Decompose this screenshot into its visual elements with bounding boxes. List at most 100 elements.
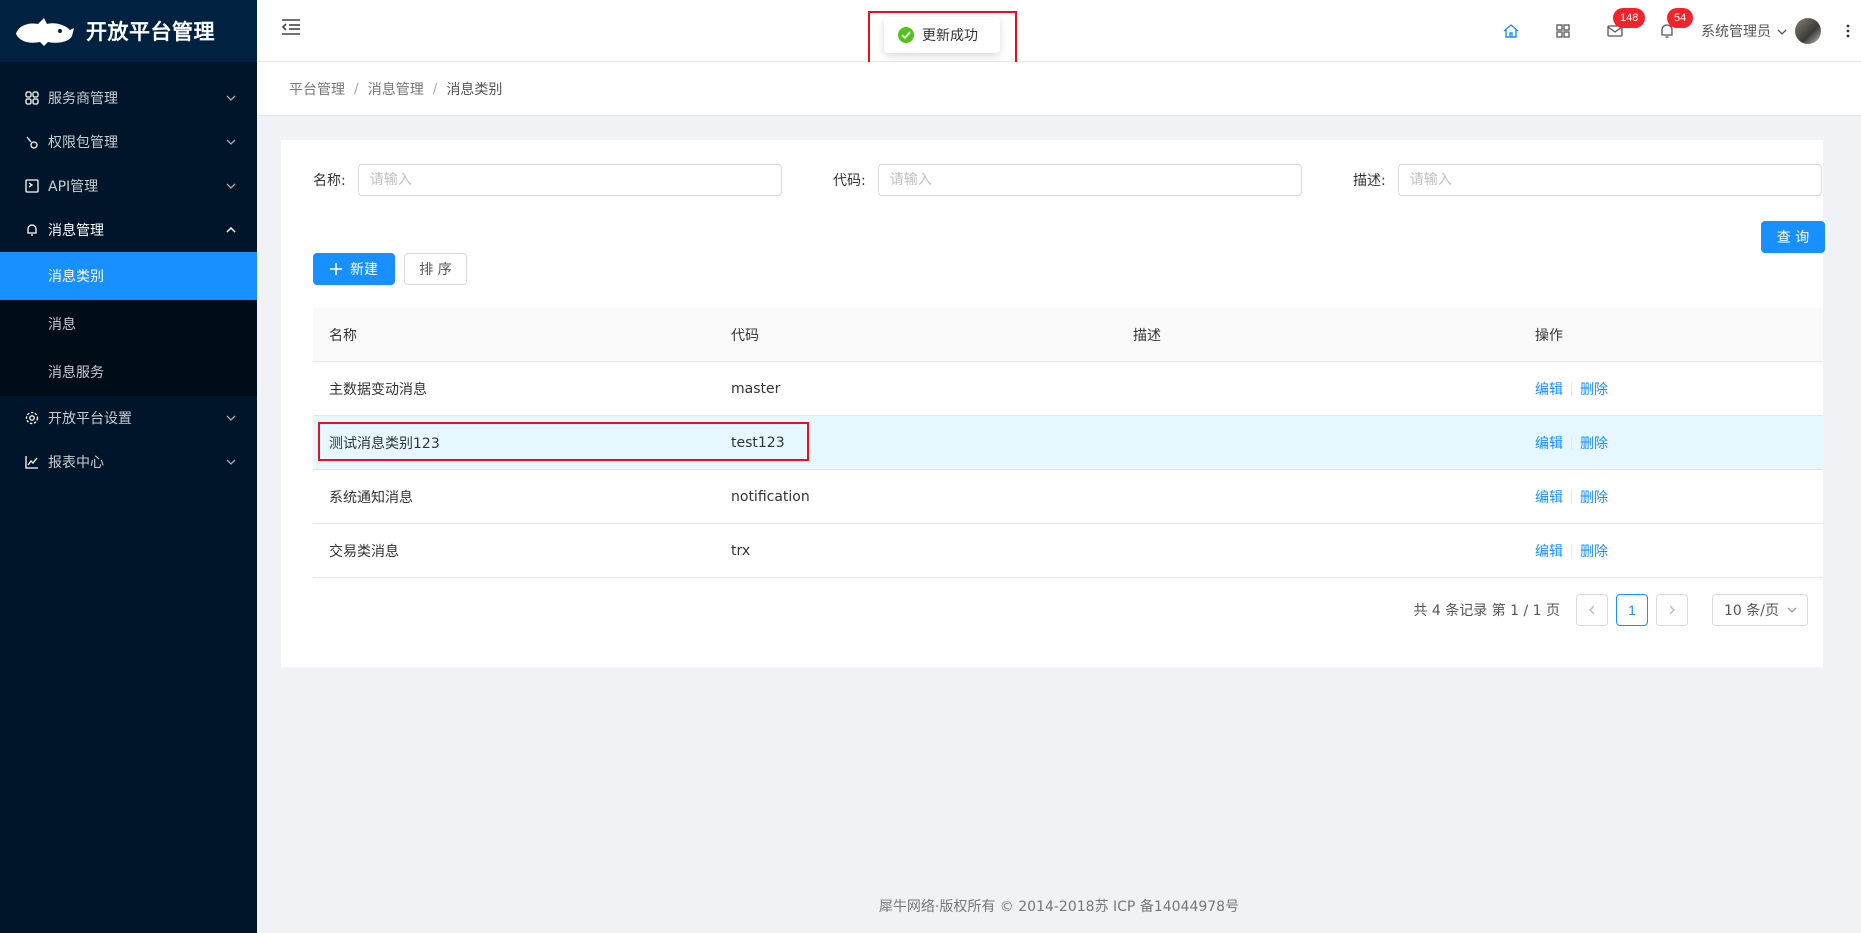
name-field-group: 名称:	[313, 164, 782, 196]
chevron-down-icon	[225, 412, 237, 424]
sidebar-item-api[interactable]: API管理	[0, 164, 257, 208]
chevron-down-icon	[225, 136, 237, 148]
sidebar-subitem-message-service[interactable]: 消息服务	[0, 348, 257, 396]
logo[interactable]: 开放平台管理	[0, 0, 257, 62]
permission-icon	[24, 134, 40, 150]
delete-link[interactable]: 删除	[1580, 487, 1608, 507]
chevron-down-icon	[1777, 23, 1787, 39]
sidebar-item-label: 开放平台设置	[48, 411, 132, 427]
column-header-name: 名称	[329, 327, 357, 344]
sidebar-item-label: 权限包管理	[48, 135, 118, 151]
desc-label: 描述:	[1353, 173, 1386, 189]
rhino-logo-icon	[16, 18, 74, 46]
prev-page-button[interactable]	[1576, 594, 1608, 626]
table-row: 测试消息类别123 test123 编辑 删除	[313, 416, 1823, 470]
edit-link[interactable]: 编辑	[1535, 487, 1563, 507]
divider	[1571, 543, 1572, 558]
edit-link[interactable]: 编辑	[1535, 433, 1563, 453]
table-row: 系统通知消息 notification 编辑 删除	[313, 470, 1823, 524]
menu-fold-icon[interactable]	[281, 18, 303, 40]
apps-icon	[1556, 24, 1570, 38]
desc-field-group: 描述:	[1353, 164, 1822, 196]
cell-name: 系统通知消息	[329, 489, 413, 506]
divider	[1571, 489, 1572, 504]
header-actions: 148 54 系统管理员	[1485, 0, 1861, 62]
chevron-left-icon	[1589, 605, 1595, 615]
delete-link[interactable]: 删除	[1580, 541, 1608, 561]
footer-copyright: 犀牛网络·版权所有 © 2014-2018苏 ICP 备14044978号	[878, 899, 1240, 915]
divider	[1571, 381, 1572, 396]
partners-icon	[24, 90, 40, 106]
success-toast: 更新成功	[884, 17, 1000, 53]
notification-button[interactable]: 54	[1641, 0, 1694, 62]
next-page-button[interactable]	[1656, 594, 1688, 626]
sidebar-item-reports[interactable]: 报表中心	[0, 440, 257, 484]
edit-link[interactable]: 编辑	[1535, 379, 1563, 399]
sidebar-item-label: 消息管理	[48, 223, 104, 239]
cell-name: 交易类消息	[329, 543, 399, 560]
sidebar-item-label: 服务商管理	[48, 91, 118, 107]
code-field-group: 代码:	[833, 164, 1302, 196]
app-title: 开放平台管理	[86, 20, 215, 44]
sidebar-menu: 服务商管理 权限包管理 API管理 消息管理 消息类别 消息 消息服务 开放平台…	[0, 62, 257, 484]
name-input[interactable]	[357, 164, 782, 196]
name-label: 名称:	[313, 173, 346, 189]
column-header-desc: 描述	[1133, 327, 1161, 344]
sidebar-subitem-message[interactable]: 消息	[0, 300, 257, 348]
user-name: 系统管理员	[1701, 24, 1771, 40]
breadcrumb-item[interactable]: 消息管理	[368, 79, 424, 99]
sidebar-item-permissions[interactable]: 权限包管理	[0, 120, 257, 164]
more-button[interactable]	[1835, 0, 1861, 62]
cell-code: trx	[731, 542, 751, 559]
settings-icon	[24, 410, 40, 426]
sidebar-item-label: API管理	[48, 179, 99, 195]
sidebar: 开放平台管理 服务商管理 权限包管理 API管理 消息管理 消息类别 消息 消息…	[0, 0, 257, 933]
breadcrumb-current: 消息类别	[446, 81, 503, 98]
chevron-down-icon	[225, 456, 237, 468]
chevron-down-icon	[1787, 607, 1797, 613]
notification-count-badge: 54	[1667, 8, 1694, 28]
breadcrumb-separator: /	[354, 80, 359, 97]
cell-code: test123	[731, 434, 785, 451]
bell-icon	[24, 222, 40, 238]
chart-icon	[24, 454, 40, 470]
pagination: 共 4 条记录 第 1 / 1 页 1 10 条/页	[1413, 594, 1808, 626]
avatar	[1795, 18, 1821, 44]
mail-button[interactable]: 148	[1589, 0, 1646, 62]
page-size-select[interactable]: 10 条/页	[1712, 594, 1808, 626]
apps-button[interactable]	[1537, 0, 1589, 62]
edit-link[interactable]: 编辑	[1535, 541, 1563, 561]
pagination-summary: 共 4 条记录 第 1 / 1 页	[1413, 603, 1560, 619]
cell-actions: 编辑 删除	[1519, 433, 1823, 453]
sidebar-item-partners[interactable]: 服务商管理	[0, 76, 257, 120]
sidebar-item-label: 报表中心	[48, 455, 104, 471]
code-input[interactable]	[877, 164, 1302, 196]
chevron-down-icon	[225, 180, 237, 192]
chevron-down-icon	[225, 92, 237, 104]
home-button[interactable]	[1485, 0, 1537, 62]
cell-actions: 编辑 删除	[1519, 541, 1823, 561]
delete-link[interactable]: 删除	[1580, 379, 1608, 399]
code-label: 代码:	[833, 173, 866, 189]
cell-code: notification	[731, 488, 810, 505]
top-header: 148 54 系统管理员 更新成功	[257, 0, 1861, 69]
cell-name: 测试消息类别123	[329, 435, 440, 452]
cell-code: master	[731, 380, 781, 397]
message-category-table: 名称 代码 描述 操作 主数据变动消息 master 编辑 删除 测试消息类别12…	[313, 308, 1823, 578]
desc-input[interactable]	[1397, 164, 1822, 196]
breadcrumb-separator: /	[432, 80, 438, 97]
check-circle-icon	[898, 27, 914, 43]
user-menu[interactable]: 系统管理员	[1693, 18, 1835, 44]
plus-icon	[330, 263, 342, 275]
cell-actions: 编辑 删除	[1519, 487, 1823, 507]
sidebar-item-messages[interactable]: 消息管理	[0, 208, 257, 252]
breadcrumb-item[interactable]: 平台管理	[289, 79, 345, 99]
query-button[interactable]: 查 询	[1761, 221, 1825, 253]
new-button[interactable]: 新建	[313, 253, 395, 285]
sidebar-subitem-message-category[interactable]: 消息类别	[0, 252, 257, 300]
delete-link[interactable]: 删除	[1580, 433, 1608, 453]
page-button-current[interactable]: 1	[1616, 594, 1648, 626]
sidebar-item-settings[interactable]: 开放平台设置	[0, 396, 257, 440]
sort-button[interactable]: 排 序	[404, 253, 467, 285]
more-vertical-icon	[1846, 24, 1850, 38]
